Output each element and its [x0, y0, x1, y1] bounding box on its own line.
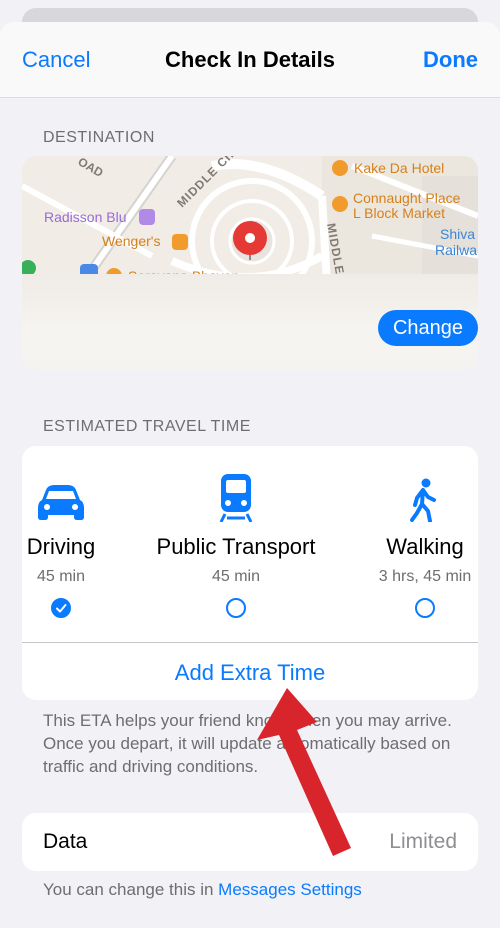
- settings-note: You can change this in Messages Settings: [43, 878, 483, 901]
- destination-header: DESTINATION: [43, 129, 155, 146]
- walking-time: 3 hrs, 45 min: [378, 568, 472, 585]
- map-label-connaught-place: Connaught Place: [353, 190, 461, 206]
- annotation-arrow-icon: [257, 688, 351, 856]
- mode-driving[interactable]: Driving 45 min: [18, 534, 104, 586]
- train-icon: [219, 474, 253, 522]
- map-label-kake-da-hotel: Kake Da Hotel: [354, 160, 444, 176]
- eta-note: This ETA helps your friend know when you…: [43, 711, 452, 776]
- walking-radio[interactable]: [415, 598, 435, 618]
- map-label-radisson-blu: Radisson Blu: [44, 209, 127, 225]
- settings-note-prefix: You can change this in: [43, 880, 219, 899]
- data-label: Data: [43, 830, 88, 853]
- mode-public-transport[interactable]: Public Transport 45 min: [140, 534, 332, 586]
- public-transport-label: Public Transport: [156, 534, 316, 559]
- public-transport-time: 45 min: [211, 568, 261, 585]
- travel-time-header: ESTIMATED TRAVEL TIME: [43, 418, 251, 435]
- mode-walking[interactable]: Walking 3 hrs, 45 min: [370, 534, 480, 586]
- map-image: OAD MIDDLE CIRCLE MIDDLE CI Kake Da Hote…: [22, 156, 478, 284]
- data-value: Limited: [389, 830, 457, 853]
- checkmark-icon: [56, 604, 67, 613]
- driving-time: 45 min: [36, 568, 86, 585]
- driving-radio[interactable]: [51, 598, 71, 618]
- divider: [22, 642, 478, 643]
- public-transport-radio[interactable]: [226, 598, 246, 618]
- walk-icon: [410, 478, 436, 522]
- map-label-l-block-market: L Block Market: [353, 205, 445, 221]
- done-button[interactable]: Done: [423, 47, 478, 73]
- add-extra-time-button[interactable]: Add Extra Time: [0, 660, 500, 686]
- map-label-shiva: Shiva: [440, 226, 475, 242]
- map-label-wengers: Wenger's: [102, 233, 160, 249]
- driving-label: Driving: [26, 534, 96, 559]
- car-icon: [38, 485, 84, 520]
- walking-label: Walking: [386, 534, 464, 559]
- data-row[interactable]: Data Limited: [22, 813, 478, 871]
- messages-settings-link[interactable]: Messages Settings: [218, 880, 362, 899]
- map-label-railway: Railwa: [435, 242, 477, 258]
- change-button[interactable]: Change: [378, 310, 478, 346]
